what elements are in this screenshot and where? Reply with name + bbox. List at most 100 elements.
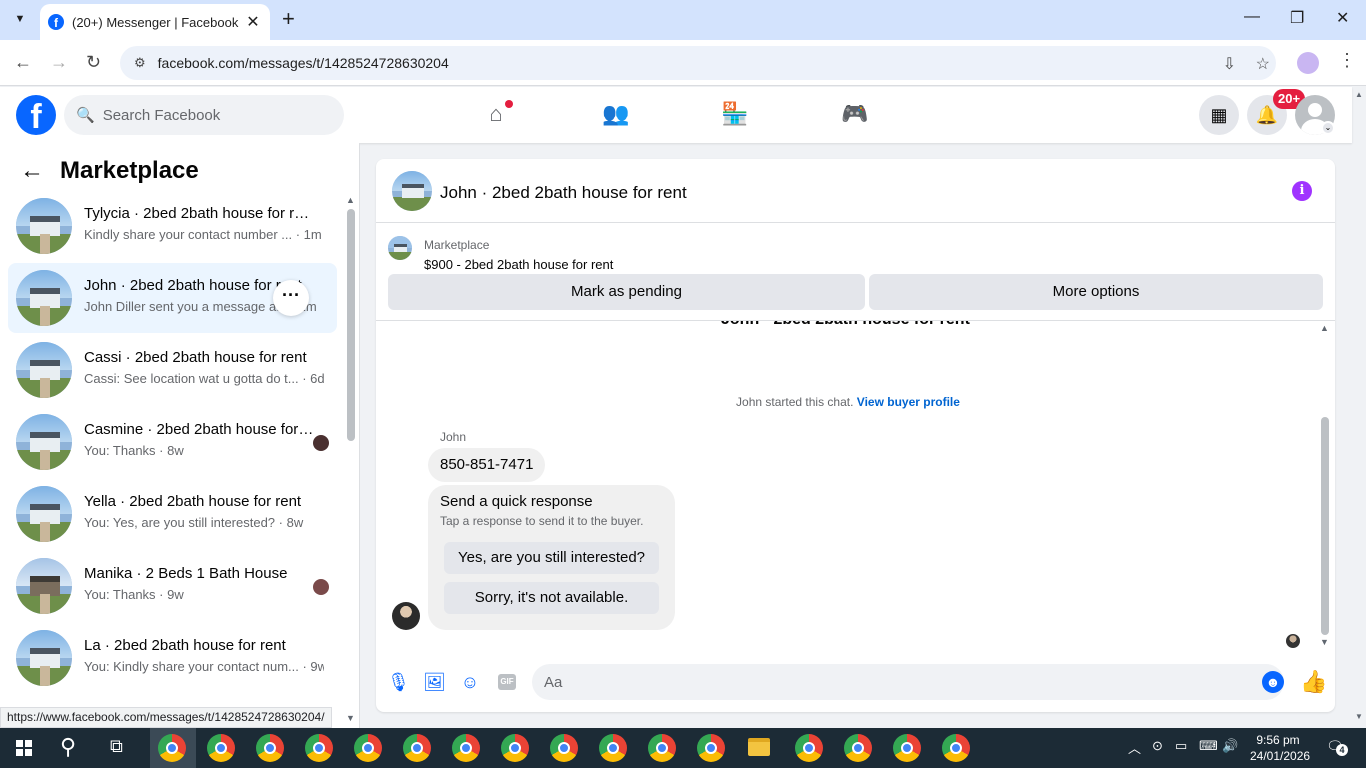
chrome-taskbar-icon[interactable] — [844, 734, 872, 762]
reload-button[interactable]: ↻ — [86, 52, 101, 73]
battery-icon[interactable]: ▭ — [1175, 738, 1187, 754]
install-app-icon[interactable]: ⇩ — [1223, 54, 1236, 74]
chrome-taskbar-icon[interactable] — [893, 734, 921, 762]
listing-thumbnail — [16, 486, 72, 542]
scroll-up-arrow[interactable]: ▲ — [346, 195, 355, 205]
sticker-icon[interactable]: ☺ — [459, 671, 481, 693]
message-input[interactable] — [532, 664, 1284, 700]
browser-tab-messenger[interactable]: f (20+) Messenger | Facebook ✕ — [40, 4, 270, 40]
taskbar-clock[interactable]: 9:56 pm 24/01/2026 — [1250, 732, 1311, 764]
file-explorer-icon[interactable] — [748, 738, 770, 756]
conversation-name: Cassi · 2bed 2bath house for rent — [84, 349, 307, 366]
view-buyer-profile-link[interactable]: View buyer profile — [857, 395, 960, 409]
network-icon[interactable]: ⌨ — [1199, 738, 1218, 754]
conversation-name: La · 2bed 2bath house for rent — [84, 637, 286, 654]
windows-start-icon[interactable] — [16, 740, 32, 756]
chat-scrollbar[interactable] — [1321, 417, 1329, 635]
chrome-taskbar-icon[interactable] — [256, 734, 284, 762]
chrome-taskbar-icon[interactable] — [599, 734, 627, 762]
conversation-preview: You: Yes, are you still interested? · 8w — [84, 515, 304, 530]
sender-avatar[interactable] — [392, 602, 420, 630]
like-thumbs-up-icon[interactable]: 👍 — [1300, 669, 1327, 695]
mark-as-pending-button[interactable]: Mark as pending — [388, 274, 865, 310]
site-info-icon[interactable]: ⚙ — [134, 55, 146, 71]
conversation-item-john[interactable]: John · 2bed 2bath house for rent John Di… — [8, 263, 337, 333]
facebook-header: f 🔍 Search Facebook ⌂ 👥 🏪 🎮 ▦ 🔔 — [0, 87, 1352, 143]
back-button[interactable]: ← — [14, 52, 32, 73]
chrome-taskbar-icon[interactable] — [648, 734, 676, 762]
chrome-taskbar-icon[interactable] — [452, 734, 480, 762]
gaming-icon[interactable]: 🎮 — [841, 101, 869, 129]
notification-center-icon[interactable]: 🗨 4 — [1326, 738, 1348, 756]
photo-icon[interactable]: 🖼 — [423, 671, 446, 693]
conversation-item-yella[interactable]: Yella · 2bed 2bath house for rent You: Y… — [8, 479, 337, 549]
tab-search-dropdown[interactable]: ▼ — [8, 7, 32, 31]
listing-title: $900 - 2bed 2bath house for rent — [424, 257, 614, 272]
info-icon[interactable]: i — [1292, 181, 1312, 201]
chrome-taskbar-icon[interactable] — [305, 734, 333, 762]
show-hidden-icons-chevron-icon[interactable]: ︿ — [1128, 738, 1141, 757]
quick-response-option-not-available[interactable]: Sorry, it's not available. — [444, 582, 659, 614]
quick-response-option-interested[interactable]: Yes, are you still interested? — [444, 542, 659, 574]
chrome-taskbar-icon[interactable] — [697, 734, 725, 762]
conversation-item-manika[interactable]: Manika · 2 Beds 1 Bath House You: Thanks… — [8, 551, 337, 621]
conversation-item-tylycia[interactable]: Tylycia · 2bed 2bath house for rent Kind… — [8, 191, 337, 261]
message-bubble[interactable]: 850-851-7471 — [428, 448, 546, 482]
chrome-taskbar-icon[interactable] — [942, 734, 970, 762]
marketplace-conversations-panel: ← Marketplace Tylycia · 2bed 2bath house… — [0, 143, 360, 728]
chrome-taskbar-icon[interactable] — [795, 734, 823, 762]
conversation-preview: You: Thanks · 9w — [84, 587, 184, 602]
bookmark-star-icon[interactable]: ☆ — [1256, 54, 1270, 74]
gif-icon[interactable]: GIF — [498, 674, 516, 690]
close-tab-icon[interactable]: ✕ — [244, 12, 262, 32]
microphone-icon[interactable]: 🎙 — [387, 671, 410, 693]
panel-title: Marketplace — [60, 157, 199, 184]
scroll-down-arrow[interactable]: ▼ — [346, 713, 355, 723]
taskbar-search-icon[interactable]: ⚲ — [60, 734, 76, 760]
conversation-item-la[interactable]: La · 2bed 2bath house for rent You: Kind… — [8, 623, 337, 693]
menu-grid-icon[interactable]: ▦ — [1199, 95, 1239, 135]
facebook-search[interactable]: 🔍 Search Facebook — [64, 95, 344, 135]
chrome-taskbar-icon[interactable] — [207, 734, 235, 762]
extension-icon[interactable] — [1297, 52, 1319, 74]
browser-tabstrip: ▼ f (20+) Messenger | Facebook ✕ + — ❐ ✕ — [0, 0, 1366, 40]
new-tab-button[interactable]: + — [282, 8, 295, 30]
facebook-logo-icon[interactable]: f — [16, 95, 56, 135]
chat-listing-thumbnail[interactable] — [392, 171, 432, 211]
marketplace-icon[interactable]: 🏪 — [721, 101, 749, 129]
volume-icon[interactable]: 🔊 — [1222, 738, 1238, 754]
chat-scroll-down-arrow[interactable]: ▼ — [1320, 637, 1329, 647]
minimize-window-button[interactable]: — — [1244, 8, 1260, 26]
account-chevron-icon[interactable]: ⌄ — [1321, 121, 1335, 135]
emoji-icon[interactable]: ☻ — [1262, 671, 1284, 693]
page-scroll-down-arrow[interactable]: ▼ — [1355, 712, 1363, 721]
address-bar[interactable]: ⚙ facebook.com/messages/t/14285247286302… — [120, 46, 1276, 80]
browser-toolbar: ← → ↻ ⚙ facebook.com/messages/t/14285247… — [0, 40, 1366, 86]
browser-menu-icon[interactable]: ⋮ — [1338, 50, 1356, 71]
forward-button[interactable]: → — [50, 52, 68, 73]
chrome-taskbar-icon[interactable] — [354, 734, 382, 762]
quick-response-title: Send a quick response — [440, 493, 593, 510]
notification-count: 4 — [1336, 744, 1348, 756]
task-view-icon[interactable]: ⧉ — [110, 736, 123, 757]
conversations-scrollbar[interactable] — [347, 209, 355, 441]
chrome-taskbar-icon[interactable] — [550, 734, 578, 762]
listing-thumbnail — [16, 414, 72, 470]
more-options-icon[interactable]: ··· — [273, 280, 309, 316]
page-scroll-up-arrow[interactable]: ▲ — [1355, 90, 1363, 99]
conversation-item-casmine[interactable]: Casmine · 2bed 2bath house for rent You:… — [8, 407, 337, 477]
back-arrow-icon[interactable]: ← — [20, 157, 44, 185]
close-window-button[interactable]: ✕ — [1336, 8, 1349, 28]
clock-date: 24/01/2026 — [1250, 749, 1311, 763]
chat-started-notice: John started this chat. View buyer profi… — [376, 395, 1320, 409]
chat-scroll-up-arrow[interactable]: ▲ — [1320, 323, 1329, 333]
windows-taskbar: ⚲ ⧉ ︿ ⊙ ▭ ⌨ 🔊 9:56 pm 24/01/2026 🗨 4 — [0, 728, 1366, 768]
friends-icon[interactable]: 👥 — [602, 101, 630, 129]
chrome-taskbar-icon[interactable] — [158, 734, 186, 762]
chrome-taskbar-icon[interactable] — [403, 734, 431, 762]
conversation-item-cassi[interactable]: Cassi · 2bed 2bath house for rent Cassi:… — [8, 335, 337, 405]
tray-app-icon[interactable]: ⊙ — [1152, 738, 1163, 754]
more-options-button[interactable]: More options — [869, 274, 1323, 310]
restore-window-button[interactable]: ❐ — [1290, 8, 1304, 28]
chrome-taskbar-icon[interactable] — [501, 734, 529, 762]
